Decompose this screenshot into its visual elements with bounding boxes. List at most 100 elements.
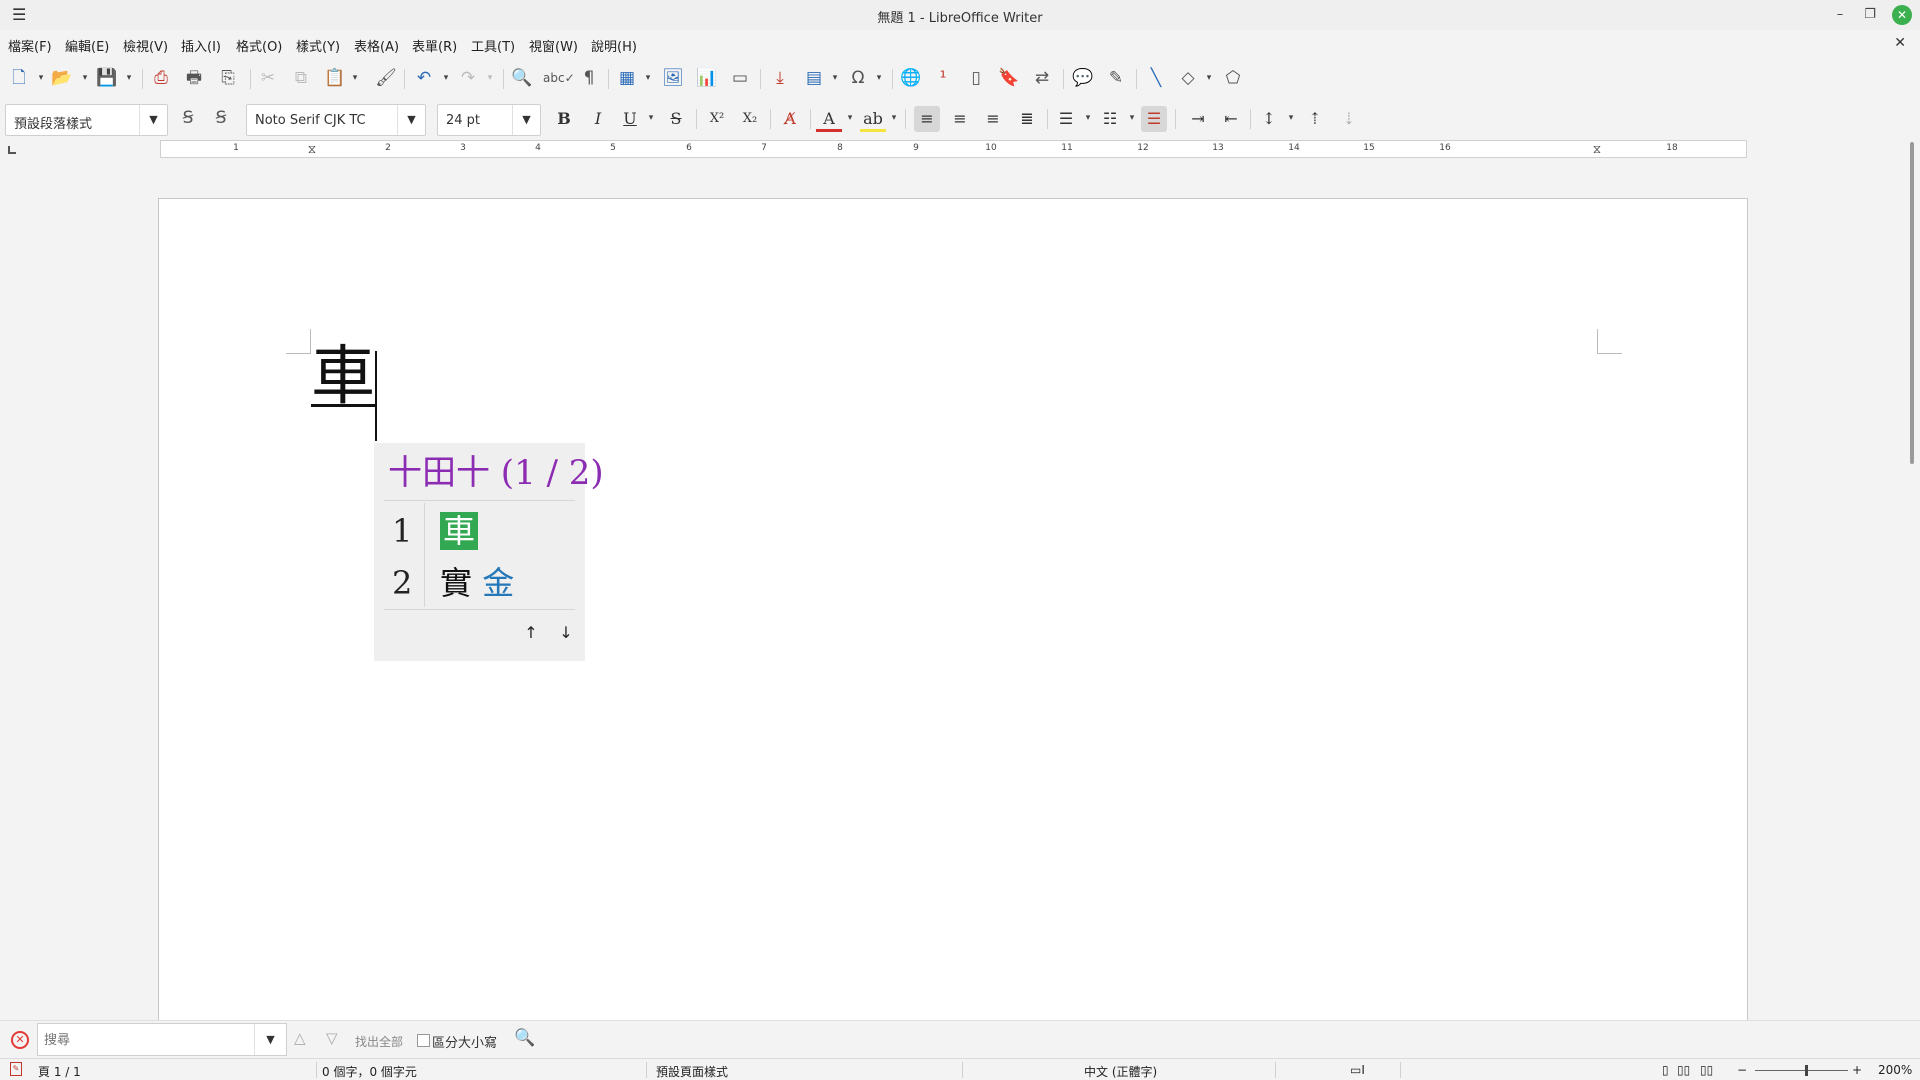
- insert-chart-icon[interactable]: 📊: [694, 66, 720, 90]
- footnote-icon[interactable]: ¹: [930, 66, 956, 90]
- track-changes-icon[interactable]: ✎: [1103, 66, 1129, 90]
- open-dropdown-icon[interactable]: ▾: [80, 66, 90, 90]
- find-and-replace-icon[interactable]: 🔍: [514, 1028, 535, 1048]
- font-size-combo[interactable]: 24 pt ▼: [437, 104, 541, 136]
- new-document-icon[interactable]: 🗋: [6, 66, 32, 90]
- cut-icon[interactable]: ✂: [255, 66, 281, 90]
- print-icon[interactable]: 🖶: [181, 66, 207, 90]
- menu-insert[interactable]: 插入(I): [181, 36, 221, 55]
- bookmark-icon[interactable]: 🔖: [996, 66, 1022, 90]
- cross-reference-icon[interactable]: ⇄: [1029, 66, 1055, 90]
- text-language[interactable]: 中文 (正體字): [1084, 1063, 1157, 1080]
- bold-button[interactable]: B: [551, 106, 577, 132]
- page-indicator[interactable]: 頁 1 / 1: [38, 1063, 81, 1080]
- page-break-icon[interactable]: ⤓: [767, 66, 793, 90]
- increase-paragraph-spacing-icon[interactable]: ⇡: [1302, 106, 1328, 132]
- chevron-down-icon[interactable]: ▼: [512, 105, 540, 135]
- close-find-bar-icon[interactable]: ✕: [11, 1031, 29, 1049]
- paste-dropdown-icon[interactable]: ▾: [350, 66, 360, 90]
- chevron-down-icon[interactable]: ▼: [397, 105, 425, 135]
- paste-icon[interactable]: 📋: [322, 66, 348, 90]
- close-document-icon[interactable]: ✕: [1894, 35, 1906, 51]
- undo-dropdown-icon[interactable]: ▾: [441, 66, 451, 90]
- word-count[interactable]: 0 個字，0 個字元: [322, 1063, 417, 1080]
- strikethrough-button[interactable]: S: [663, 106, 689, 132]
- superscript-icon[interactable]: X²: [704, 106, 730, 132]
- highlight-dropdown-icon[interactable]: ▾: [889, 106, 899, 130]
- zoom-slider-thumb[interactable]: [1805, 1065, 1808, 1076]
- font-name-combo[interactable]: Noto Serif CJK TC ▼: [246, 104, 426, 136]
- export-pdf-icon[interactable]: ⎙: [148, 66, 174, 90]
- clear-formatting-icon[interactable]: A̸: [777, 106, 803, 132]
- insert-image-icon[interactable]: 🖼: [660, 66, 686, 90]
- search-input[interactable]: [44, 1030, 244, 1050]
- justify-icon[interactable]: ≣: [1014, 106, 1040, 132]
- book-view-icon[interactable]: ▯▯: [1700, 1063, 1713, 1077]
- save-icon[interactable]: 💾: [94, 66, 120, 90]
- insert-mode-icon[interactable]: ▭I: [1350, 1063, 1365, 1077]
- scrollbar-thumb[interactable]: [1910, 142, 1914, 464]
- bullet-list-icon[interactable]: ☰: [1053, 106, 1079, 132]
- special-character-dropdown-icon[interactable]: ▾: [874, 66, 884, 90]
- highlight-color-icon[interactable]: ab: [860, 106, 886, 132]
- insert-textbox-icon[interactable]: ▭: [727, 66, 753, 90]
- line-spacing-dropdown-icon[interactable]: ▾: [1286, 106, 1296, 130]
- menu-help[interactable]: 說明(H): [591, 36, 637, 55]
- clone-formatting-icon[interactable]: 🖌: [373, 66, 399, 90]
- candidate-item[interactable]: 車: [440, 506, 479, 556]
- decrease-paragraph-spacing-icon[interactable]: ⇣: [1336, 106, 1362, 132]
- horizontal-ruler[interactable]: 1 2 3 4 5 6 7 8 9 10 11 12 13 14 15 16 1…: [160, 140, 1747, 158]
- redo-icon[interactable]: ↷: [455, 66, 481, 90]
- menu-tools[interactable]: 工具(T): [471, 36, 515, 55]
- insert-line-icon[interactable]: ╲: [1143, 66, 1169, 90]
- restore-button[interactable]: ❐: [1860, 5, 1880, 25]
- special-character-icon[interactable]: Ω: [845, 66, 871, 90]
- subscript-icon[interactable]: X₂: [737, 106, 763, 132]
- menu-styles[interactable]: 樣式(Y): [296, 36, 340, 55]
- new-style-icon[interactable]: Ꞩ: [208, 106, 234, 130]
- table-dropdown-icon[interactable]: ▾: [643, 66, 653, 90]
- zoom-out-icon[interactable]: −: [1737, 1063, 1747, 1077]
- shapes-dropdown-icon[interactable]: ▾: [1204, 66, 1214, 90]
- left-indent-marker-icon[interactable]: ⧖: [306, 142, 318, 157]
- hyperlink-icon[interactable]: 🌐: [898, 66, 924, 90]
- draw-functions-icon[interactable]: ⬠: [1220, 66, 1246, 90]
- line-spacing-icon[interactable]: ↕: [1256, 106, 1282, 132]
- font-color-icon[interactable]: A: [816, 106, 842, 132]
- open-folder-icon[interactable]: 📂: [49, 66, 75, 90]
- save-dropdown-icon[interactable]: ▾: [124, 66, 134, 90]
- multi-page-view-icon[interactable]: ▯▯: [1677, 1063, 1690, 1077]
- insert-field-icon[interactable]: ▤: [801, 66, 827, 90]
- redo-dropdown-icon[interactable]: ▾: [485, 66, 495, 90]
- numbered-list-icon[interactable]: ☷: [1097, 106, 1123, 132]
- menu-file[interactable]: 檔案(F): [8, 36, 52, 55]
- italic-button[interactable]: I: [585, 106, 611, 132]
- field-dropdown-icon[interactable]: ▾: [830, 66, 840, 90]
- single-page-view-icon[interactable]: ▯: [1662, 1063, 1669, 1077]
- print-preview-icon[interactable]: ⎘: [215, 66, 241, 90]
- chevron-down-icon[interactable]: ▼: [139, 105, 167, 135]
- paragraph-style-combo[interactable]: 預設段落樣式 ▼: [5, 104, 168, 136]
- zoom-in-icon[interactable]: +: [1852, 1063, 1862, 1077]
- insert-table-icon[interactable]: ▦: [614, 66, 640, 90]
- find-replace-icon[interactable]: 🔍: [509, 66, 535, 90]
- menu-form[interactable]: 表單(R): [412, 36, 457, 55]
- search-field[interactable]: ▼: [37, 1023, 287, 1056]
- candidate-item[interactable]: 實 金: [440, 558, 514, 608]
- new-dropdown-icon[interactable]: ▾: [36, 66, 46, 90]
- menu-edit[interactable]: 編輯(E): [65, 36, 109, 55]
- find-previous-icon[interactable]: △: [294, 1029, 306, 1047]
- underline-button[interactable]: U: [617, 106, 643, 132]
- zoom-slider[interactable]: [1755, 1070, 1848, 1071]
- update-style-icon[interactable]: Ꞩ: [175, 106, 201, 130]
- endnote-icon[interactable]: ▯: [963, 66, 989, 90]
- menu-format[interactable]: 格式(O): [236, 36, 282, 55]
- comment-icon[interactable]: 💬: [1070, 66, 1096, 90]
- font-color-dropdown-icon[interactable]: ▾: [845, 106, 855, 130]
- align-left-icon[interactable]: ≡: [914, 106, 940, 132]
- match-case-label[interactable]: 區分大小寫: [432, 1032, 497, 1051]
- tab-stop-selector-icon[interactable]: [8, 146, 16, 154]
- window-close-button[interactable]: ✕: [1892, 5, 1912, 25]
- zoom-level[interactable]: 200%: [1878, 1063, 1912, 1077]
- vertical-scrollbar[interactable]: [1906, 140, 1920, 1020]
